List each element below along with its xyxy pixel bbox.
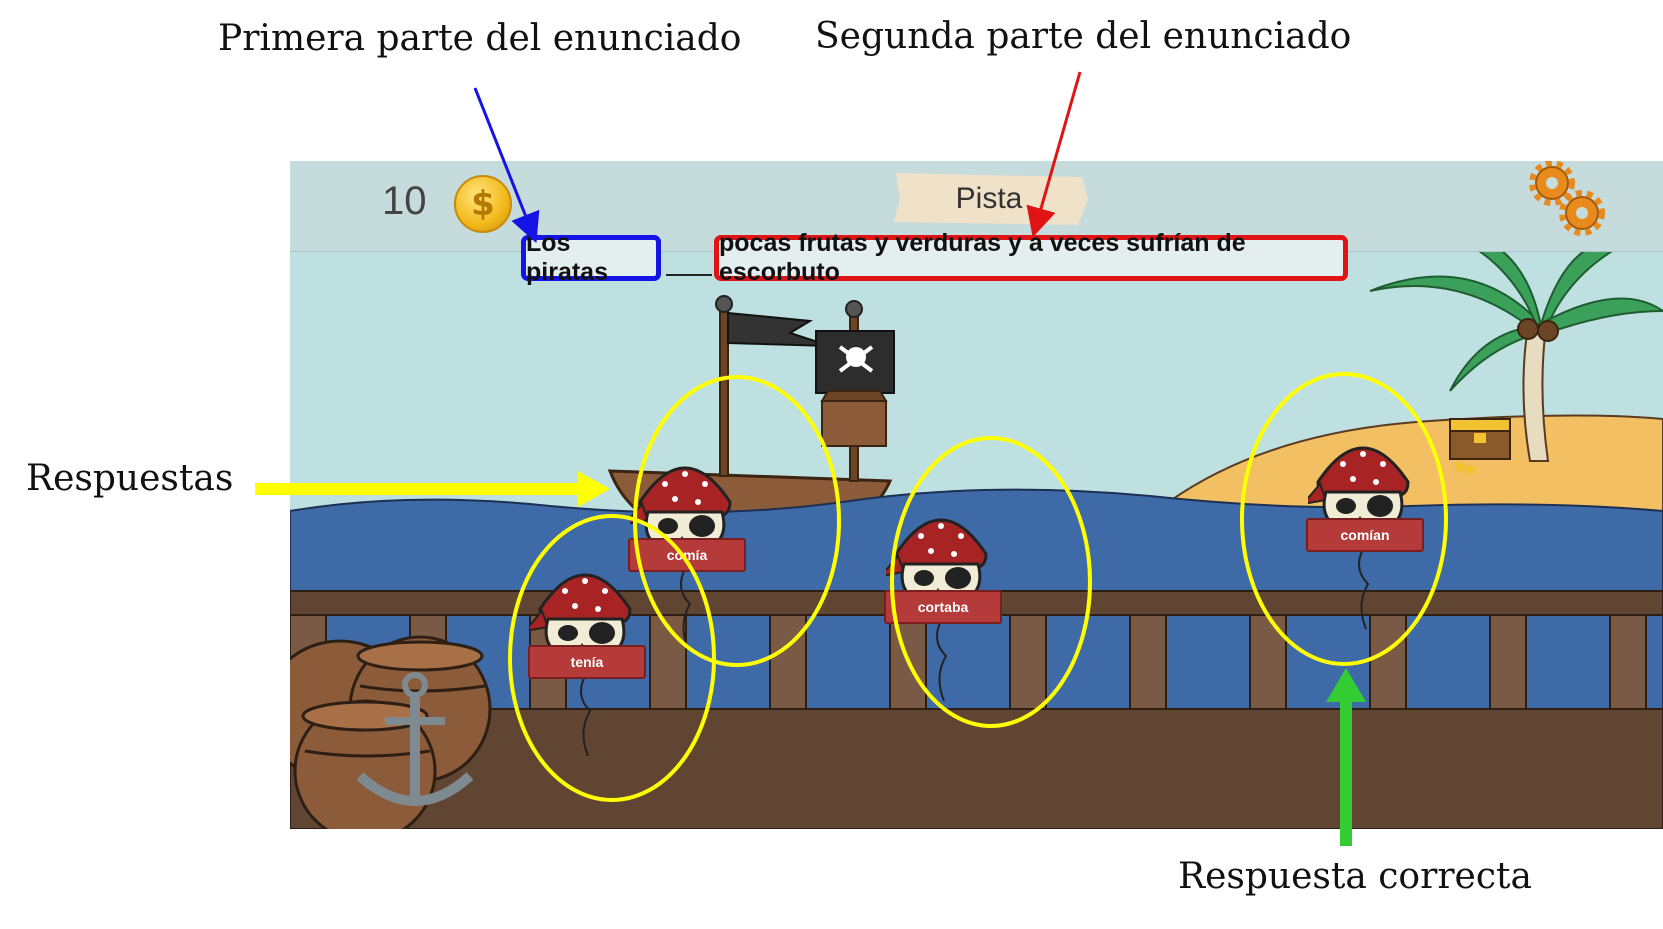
- answer-label: comían: [1306, 518, 1424, 552]
- palm-trunk: [1522, 325, 1550, 462]
- first-part-annotation: Primera parte del enunciado: [218, 18, 742, 59]
- answer-blank: [666, 274, 712, 276]
- answer-option-cortaba[interactable]: cortaba: [884, 496, 1002, 706]
- answer-label: cortaba: [884, 590, 1002, 624]
- coin-icon: $: [454, 175, 512, 233]
- answer-label: comía: [628, 538, 746, 572]
- settings-gears-icon[interactable]: [1524, 161, 1614, 241]
- hint-button[interactable]: Pista: [893, 173, 1088, 225]
- statement-second-part: pocas frutas y verduras y a veces sufría…: [714, 229, 1348, 286]
- statement-first-part: Los piratas: [521, 229, 661, 286]
- answer-option-comia[interactable]: comía: [628, 444, 746, 654]
- answer-option-comian[interactable]: comían: [1306, 424, 1424, 634]
- game-screen: 10 $ Pista Los piratas pocas frutas y ve…: [290, 161, 1663, 829]
- correct-answer-annotation: Respuesta correcta: [1178, 856, 1532, 897]
- palm-tree-icon: [1369, 230, 1663, 392]
- deck: [290, 708, 1663, 829]
- answer-label: tenía: [528, 645, 646, 679]
- second-part-annotation: Segunda parte del enunciado: [815, 16, 1352, 57]
- answer-option-tenia[interactable]: tenía: [528, 551, 646, 761]
- coin-count: 10: [382, 179, 427, 223]
- answers-annotation: Respuestas: [26, 458, 234, 499]
